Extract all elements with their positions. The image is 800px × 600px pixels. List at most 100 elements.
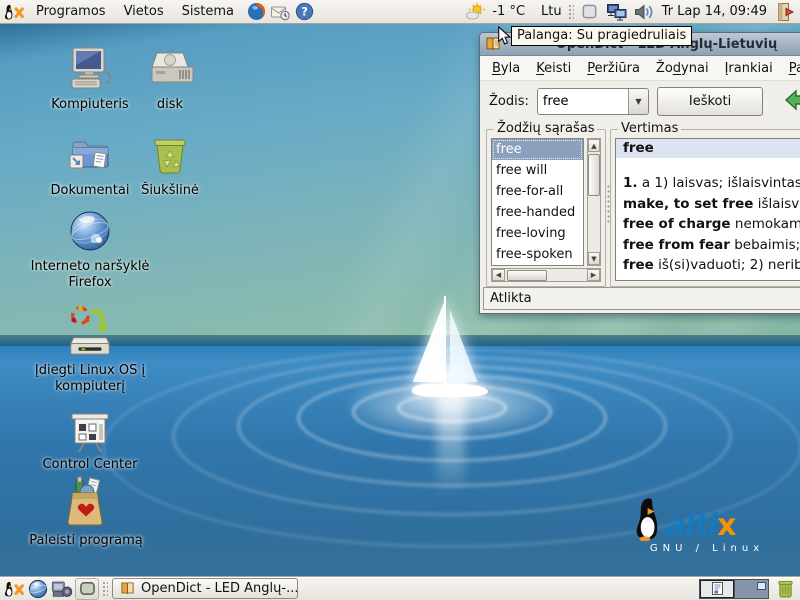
weather-tooltip: Palanga: Su pragiedruliais: [511, 26, 692, 46]
email-calendar-icon[interactable]: [269, 1, 291, 23]
definition-line: make, to set free išlaisvin: [623, 194, 800, 215]
word-input[interactable]: [538, 89, 628, 114]
web-browser-taskbar-icon[interactable]: [27, 578, 49, 600]
translation-textview[interactable]: free 1. a 1) laisvas; išlaisvintas; tmak…: [615, 138, 800, 281]
menu-peržiūra[interactable]: Peržiūra: [579, 58, 648, 79]
word-list-item[interactable]: free will: [492, 160, 583, 181]
desktop-icon-trash[interactable]: Šiukšlinė: [108, 130, 232, 199]
tray-app-icon[interactable]: [579, 1, 601, 23]
word-list-item[interactable]: free: [492, 139, 583, 160]
desktop-icon-label: Interneto naršyklė Firefox: [28, 259, 152, 291]
sailboat: [408, 300, 496, 404]
window-menubar: BylaKeistiPeržiūraŽodynaiĮrankiaiPagalba: [480, 56, 800, 81]
tray-grip: [567, 3, 574, 21]
desktop-icon-firefox[interactable]: Interneto naršyklė Firefox: [28, 206, 152, 291]
search-button[interactable]: Ieškoti: [657, 87, 763, 116]
show-desktop-button[interactable]: [75, 578, 99, 600]
opendict-window: OpenDict - LED Anglų-Lietuvių BylaKeisti…: [479, 32, 800, 314]
definition-text: 1. a 1) laisvas; išlaisvintas; tmake, to…: [616, 158, 800, 281]
workspace-switcher[interactable]: [699, 579, 769, 599]
chevron-down-icon: ▼: [635, 97, 641, 106]
definition-line: free iš(si)vaduoti; 2) neribot: [623, 255, 800, 276]
panel-clock[interactable]: Tr Lap 14, 09:49: [660, 4, 769, 19]
definition-line: free of charge nemokama: [623, 214, 800, 235]
panel-menu-vietos[interactable]: Vietos: [115, 2, 173, 21]
baltix-taskbar-icon[interactable]: [3, 578, 25, 600]
word-list[interactable]: freefree willfree-for-allfree-handedfree…: [491, 138, 584, 266]
weather-icon[interactable]: [465, 1, 487, 23]
horizontal-scroll-thumb[interactable]: [507, 270, 547, 281]
panel-menu-programos[interactable]: Programos: [27, 2, 115, 21]
word-list-item[interactable]: free-spoken: [492, 244, 583, 265]
trash-applet-icon[interactable]: [774, 578, 796, 600]
combo-dropdown-button[interactable]: ▼: [628, 89, 648, 114]
workspace-2[interactable]: [734, 580, 768, 598]
svg-text:?: ?: [301, 4, 308, 18]
scroll-right-icon[interactable]: ▶: [587, 269, 600, 281]
word-list-item[interactable]: free-for-all: [492, 181, 583, 202]
search-row: Žodis: ▼ Ieškoti: [480, 81, 800, 121]
network-monitors-icon[interactable]: [606, 1, 628, 23]
menu-keisti[interactable]: Keisti: [528, 58, 579, 79]
scroll-up-icon[interactable]: ▲: [588, 139, 600, 152]
logout-icon[interactable]: [774, 1, 796, 23]
mouse-cursor: [497, 26, 512, 47]
scroll-down-icon[interactable]: ▼: [588, 252, 600, 265]
word-list-item[interactable]: free-handed: [492, 202, 583, 223]
scroll-left-icon[interactable]: ◀: [492, 269, 505, 281]
translation-frame-label: Vertimas: [618, 121, 681, 136]
translation-frame: Vertimas free 1. a 1) laisvas; išlaisvin…: [610, 129, 800, 287]
definition-line: 1. a 1) laisvas; išlaisvintas; t: [623, 173, 800, 194]
desktop-icon-label: Paleisti programą: [29, 533, 143, 549]
firefox-launcher-icon[interactable]: [245, 1, 267, 23]
definition-line: chem. nesusijungęs; 4): [623, 276, 800, 282]
desktop-icon-control-center[interactable]: Control Center: [28, 412, 152, 473]
word-list-frame: Žodžių sąrašas freefree willfree-for-all…: [486, 129, 606, 287]
main-menu-baltix-icon[interactable]: [3, 1, 25, 23]
word-list-vertical-scrollbar[interactable]: ▲ ▼: [587, 138, 601, 266]
back-arrow-icon[interactable]: [785, 89, 800, 111]
task-button-label: OpenDict - LED Anglų-...: [141, 581, 298, 596]
window-statusbar: Atlikta: [483, 287, 800, 310]
task-button-opendict[interactable]: OpenDict - LED Anglų-...: [112, 578, 298, 599]
volume-icon[interactable]: [633, 1, 655, 23]
taskbar-right: [695, 578, 797, 600]
definition-line: free from fear bebaimis; t: [623, 235, 800, 256]
taskbar-grip: [101, 580, 108, 598]
menu-žodynai[interactable]: Žodynai: [648, 58, 717, 79]
vertical-scroll-thumb[interactable]: [588, 154, 600, 196]
keyboard-layout-indicator[interactable]: Ltu: [541, 4, 562, 19]
web-browser-globe-icon: [65, 206, 115, 256]
baltix-subtitle: GNU / Linux: [632, 543, 782, 554]
desktop-icon-disk[interactable]: disk: [108, 44, 232, 113]
desktop-icon-label: Įdiegti Linux OS į kompiuterį: [28, 363, 152, 395]
desktop-icon-install-linux[interactable]: Įdiegti Linux OS į kompiuterį: [28, 304, 152, 395]
word-list-item[interactable]: free-loving: [492, 223, 583, 244]
install-os-icon: [65, 304, 115, 360]
baltix-penguin-logo: [632, 497, 666, 541]
temperature-label: -1 °C: [492, 4, 525, 19]
desktop-icon-run-program[interactable]: Paleisti programą: [24, 476, 148, 549]
task-book-icon: [120, 581, 135, 596]
multimedia-taskbar-icon[interactable]: [51, 578, 73, 600]
word-combobox[interactable]: ▼: [537, 88, 649, 115]
baltix-wordmark: altix: [666, 511, 736, 541]
desktop-icon-label: disk: [157, 97, 183, 113]
word-list-frame-label: Žodžių sąrašas: [494, 121, 597, 136]
hard-disk-icon: [145, 44, 195, 94]
control-center-icon: [65, 412, 115, 454]
menu-įrankiai[interactable]: Įrankiai: [717, 58, 781, 79]
workspace-1[interactable]: [700, 580, 734, 598]
run-program-bag-icon: [61, 476, 111, 530]
top-panel: ProgramosVietosSistema ? -1 °C: [0, 0, 800, 24]
recycle-bin-icon: [145, 130, 195, 180]
menu-pagalba[interactable]: Pagalba: [781, 58, 800, 79]
word-label: Žodis:: [489, 94, 529, 109]
headword: free: [616, 139, 800, 158]
word-list-horizontal-scrollbar[interactable]: ◀ ▶: [491, 268, 601, 282]
workspace-window-thumb: [757, 582, 766, 590]
menu-byla[interactable]: Byla: [484, 58, 528, 79]
panel-menu-sistema[interactable]: Sistema: [173, 2, 243, 21]
help-icon[interactable]: ?: [293, 1, 315, 23]
desktop-icon-label: Šiukšlinė: [141, 183, 199, 199]
